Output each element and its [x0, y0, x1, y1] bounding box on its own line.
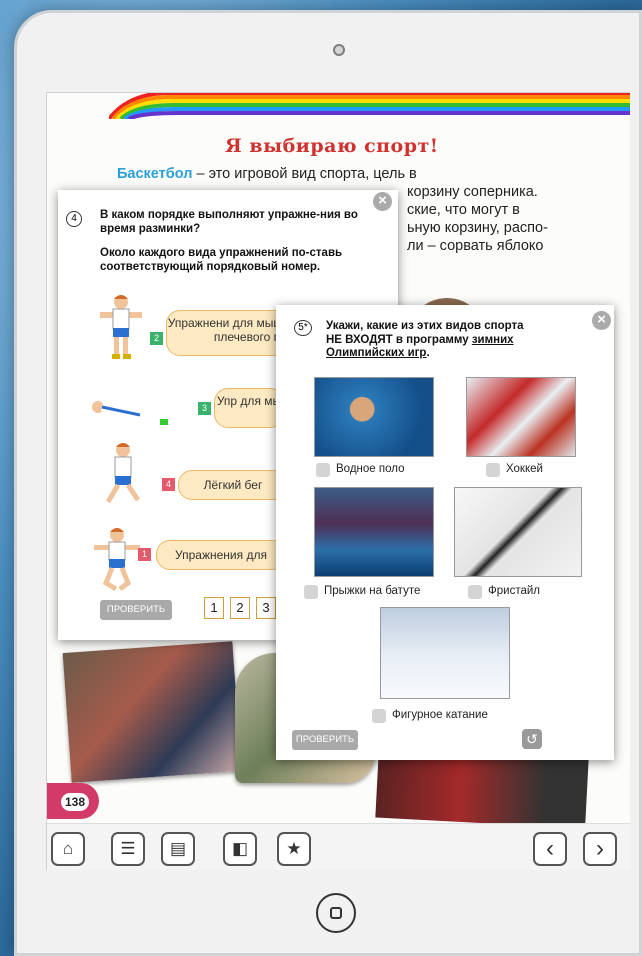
- answer-option-2[interactable]: 2: [230, 597, 250, 619]
- question-end: .: [426, 347, 430, 359]
- hockey-image: [466, 377, 576, 457]
- exercise-question: В каком порядке выполняют упражне-ния во…: [100, 209, 358, 235]
- kid-figure-2: [92, 401, 168, 427]
- hockey-checkbox[interactable]: [486, 463, 500, 477]
- reset-icon[interactable]: ↺: [522, 729, 542, 749]
- hockey-label: Хоккей: [506, 463, 543, 475]
- intro-line1: – это игровой вид спорта, цель в: [192, 166, 417, 182]
- exercise-option-3[interactable]: Лёгкий бег: [178, 470, 288, 500]
- ex-number-2: 3: [198, 402, 211, 415]
- check-button[interactable]: ПРОВЕРИТЬ: [292, 730, 358, 750]
- freestyle-checkbox[interactable]: [468, 585, 482, 599]
- device-home-button[interactable]: [316, 893, 356, 933]
- exercise-instruction: Около каждого вида упражнений по-ставь с…: [100, 247, 343, 273]
- page-number: 138: [61, 793, 90, 811]
- figure-skating-image: [380, 607, 510, 699]
- question-part-2: НЕ ВХОДЯТ в программу: [326, 333, 469, 346]
- document-icon: ▤: [169, 839, 187, 858]
- chevron-right-icon: ›: [596, 835, 604, 862]
- kid-figure-1: [100, 295, 142, 359]
- figure-skating-label: Фигурное катание: [392, 709, 488, 721]
- prev-page-button[interactable]: ‹: [533, 832, 567, 866]
- exercise-number: 4: [66, 211, 82, 227]
- kid-figure-3: [105, 443, 141, 504]
- water-polo-label: Водное поло: [336, 463, 405, 475]
- water-polo-checkbox[interactable]: [316, 463, 330, 477]
- bookmark-button[interactable]: ◧: [223, 832, 257, 866]
- figure-skating-checkbox[interactable]: [372, 709, 386, 723]
- page-view-button[interactable]: ▤: [161, 832, 195, 866]
- freestyle-label: Фристайл: [488, 585, 540, 597]
- next-page-button[interactable]: ›: [583, 832, 617, 866]
- reader-toolbar: ⌂ ☰ ▤ ◧ ★ ‹ ›: [47, 823, 630, 870]
- contents-button[interactable]: ☰: [111, 832, 145, 866]
- ex-number-4: 1: [138, 548, 151, 561]
- answer-option-1[interactable]: 1: [204, 597, 224, 619]
- trampoline-image: [314, 487, 434, 577]
- kid-figure-4: [94, 528, 140, 592]
- exercise-option-4[interactable]: Упражнения для: [156, 540, 286, 570]
- rainbow-decoration: [109, 93, 630, 119]
- trampoline-label: Прыжки на батуте: [324, 585, 421, 597]
- answer-option-3[interactable]: 3: [256, 597, 276, 619]
- exercise-option-2[interactable]: Упр для мы: [214, 388, 284, 428]
- check-button[interactable]: ПРОВЕРИТЬ: [100, 600, 172, 620]
- trampoline-checkbox[interactable]: [304, 585, 318, 599]
- bookmark-icon: ◧: [231, 839, 249, 858]
- home-icon: ⌂: [62, 839, 74, 858]
- question-part-1: Укажи, какие из этих видов спорта: [326, 320, 524, 332]
- home-button[interactable]: ⌂: [51, 832, 85, 866]
- page-title: Я выбираю спорт!: [225, 135, 439, 157]
- favorites-button[interactable]: ★: [277, 832, 311, 866]
- list-icon: ☰: [120, 839, 136, 858]
- water-polo-image: [314, 377, 434, 457]
- camera-icon: [333, 44, 345, 56]
- chevron-left-icon: ‹: [546, 835, 554, 862]
- page-number-tab: 138: [47, 783, 99, 819]
- intro-term: Баскетбол: [117, 166, 193, 182]
- exercise-5-panel: × 5* Укажи, какие из этих видов спорта Н…: [276, 305, 614, 760]
- star-icon: ★: [286, 839, 302, 858]
- photo-skiers: [62, 641, 242, 783]
- close-icon[interactable]: ×: [592, 311, 611, 330]
- exercise-question: Укажи, какие из этих видов спорта НЕ ВХО…: [326, 320, 580, 361]
- ex-number-3: 4: [162, 478, 175, 491]
- freestyle-image: [454, 487, 582, 577]
- home-square-icon: [330, 907, 342, 919]
- exercise-number: 5*: [294, 320, 312, 336]
- close-icon[interactable]: ×: [373, 192, 392, 211]
- ex-number-1: 2: [150, 332, 163, 345]
